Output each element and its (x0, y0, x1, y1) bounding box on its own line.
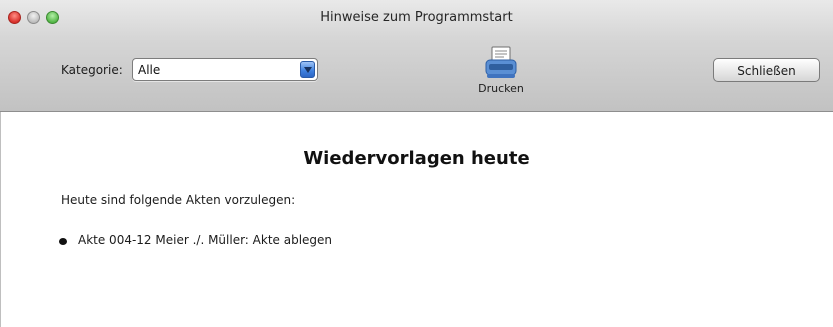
category-label: Kategorie: (61, 63, 123, 77)
title-toolbar: Hinweise zum Programmstart Kategorie: Al… (0, 0, 833, 112)
content-heading: Wiedervorlagen heute (303, 148, 530, 169)
window-title: Hinweise zum Programmstart (320, 10, 513, 25)
category-select[interactable]: Alle (132, 58, 318, 81)
content-border (0, 112, 1, 327)
close-button[interactable]: Schließen (713, 58, 820, 82)
printer-icon (485, 46, 517, 78)
print-label: Drucken (478, 82, 524, 95)
category-select-value: Alle (138, 63, 161, 77)
print-button[interactable]: Drucken (468, 46, 534, 98)
content-area: Wiedervorlagen heute Heute sind folgende… (0, 112, 833, 327)
chevron-down-icon[interactable] (300, 61, 315, 78)
list-bullet (59, 238, 67, 245)
app-window: Hinweise zum Programmstart Kategorie: Al… (0, 0, 833, 327)
list-item: Akte 004-12 Meier ./. Müller: Akte ableg… (78, 233, 333, 247)
intro-text: Heute sind folgende Akten vorzulegen: (61, 193, 296, 207)
